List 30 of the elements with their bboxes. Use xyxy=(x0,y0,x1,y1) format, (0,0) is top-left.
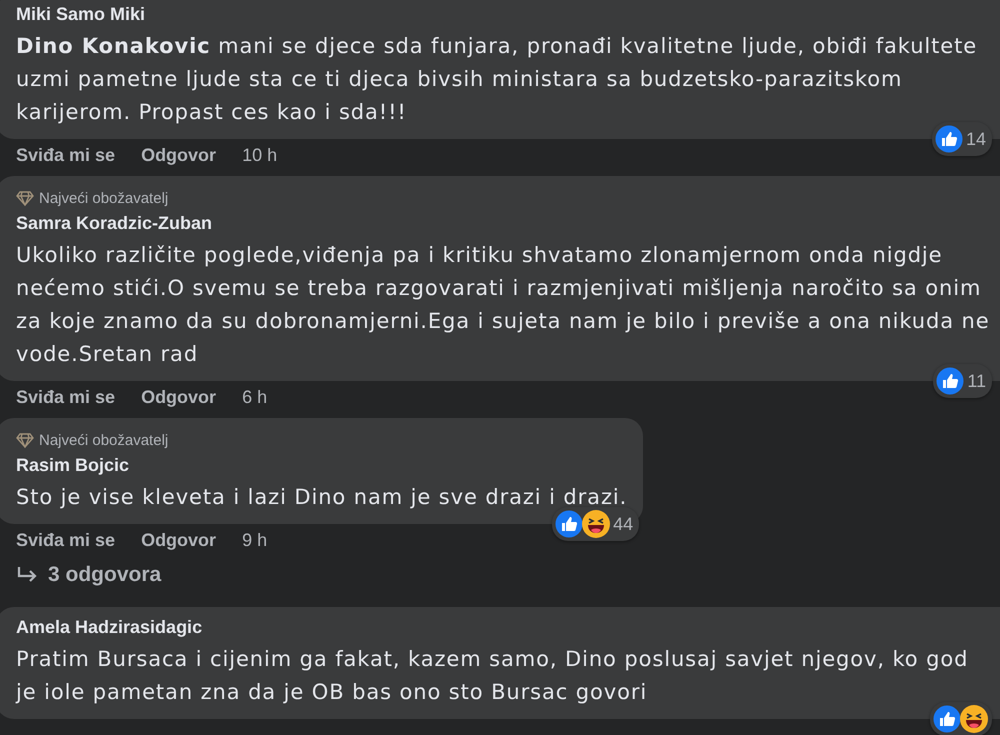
view-replies-link[interactable]: 3 odgovora xyxy=(0,561,162,607)
badge-label: Najveći obožavatelj xyxy=(39,432,168,449)
diamond-icon xyxy=(16,191,34,206)
like-link[interactable]: Sviđa mi se xyxy=(16,145,116,166)
author-name[interactable]: Samra Koradzic-Zuban xyxy=(16,213,1000,234)
laughing-face-icon xyxy=(581,509,612,539)
reactions-badge[interactable] xyxy=(930,702,992,735)
like-icon xyxy=(554,509,584,539)
reply-link[interactable]: Odgovor xyxy=(141,530,216,551)
like-link[interactable]: Sviđa mi se xyxy=(16,387,116,408)
author-name[interactable]: Miki Samo Miki xyxy=(16,4,1000,25)
reactions-badge[interactable]: 11 xyxy=(933,364,992,398)
timestamp: 10 h xyxy=(242,145,278,166)
reply-link[interactable]: Odgovor xyxy=(141,145,216,166)
laughing-face-icon xyxy=(959,704,989,734)
author-name[interactable]: Rasim Bojcic xyxy=(16,455,628,476)
like-icon xyxy=(932,704,962,734)
like-icon xyxy=(934,124,964,154)
author-name[interactable]: Amela Hadzirasidagic xyxy=(16,617,1000,638)
badge-label: Najveći obožavatelj xyxy=(39,190,168,207)
timestamp: 6 h xyxy=(242,387,268,408)
like-icon xyxy=(935,366,966,396)
comment-text: Pratim Bursaca i cijenim ga fakat, kazem samo, Dino poslusaj savjet njegov, ko god je iole pametan zna da je OB bas ono sto Bursac govori xyxy=(16,646,970,706)
diamond-icon xyxy=(16,433,34,448)
reply-arrow-icon xyxy=(16,566,38,584)
like-link[interactable]: Sviđa mi se xyxy=(16,530,116,551)
timestamp: 9 h xyxy=(242,530,268,551)
reply-link[interactable]: Odgovor xyxy=(141,387,216,408)
reactions-badge[interactable]: 44 xyxy=(552,507,640,541)
reactions-badge[interactable]: 14 xyxy=(932,122,992,156)
